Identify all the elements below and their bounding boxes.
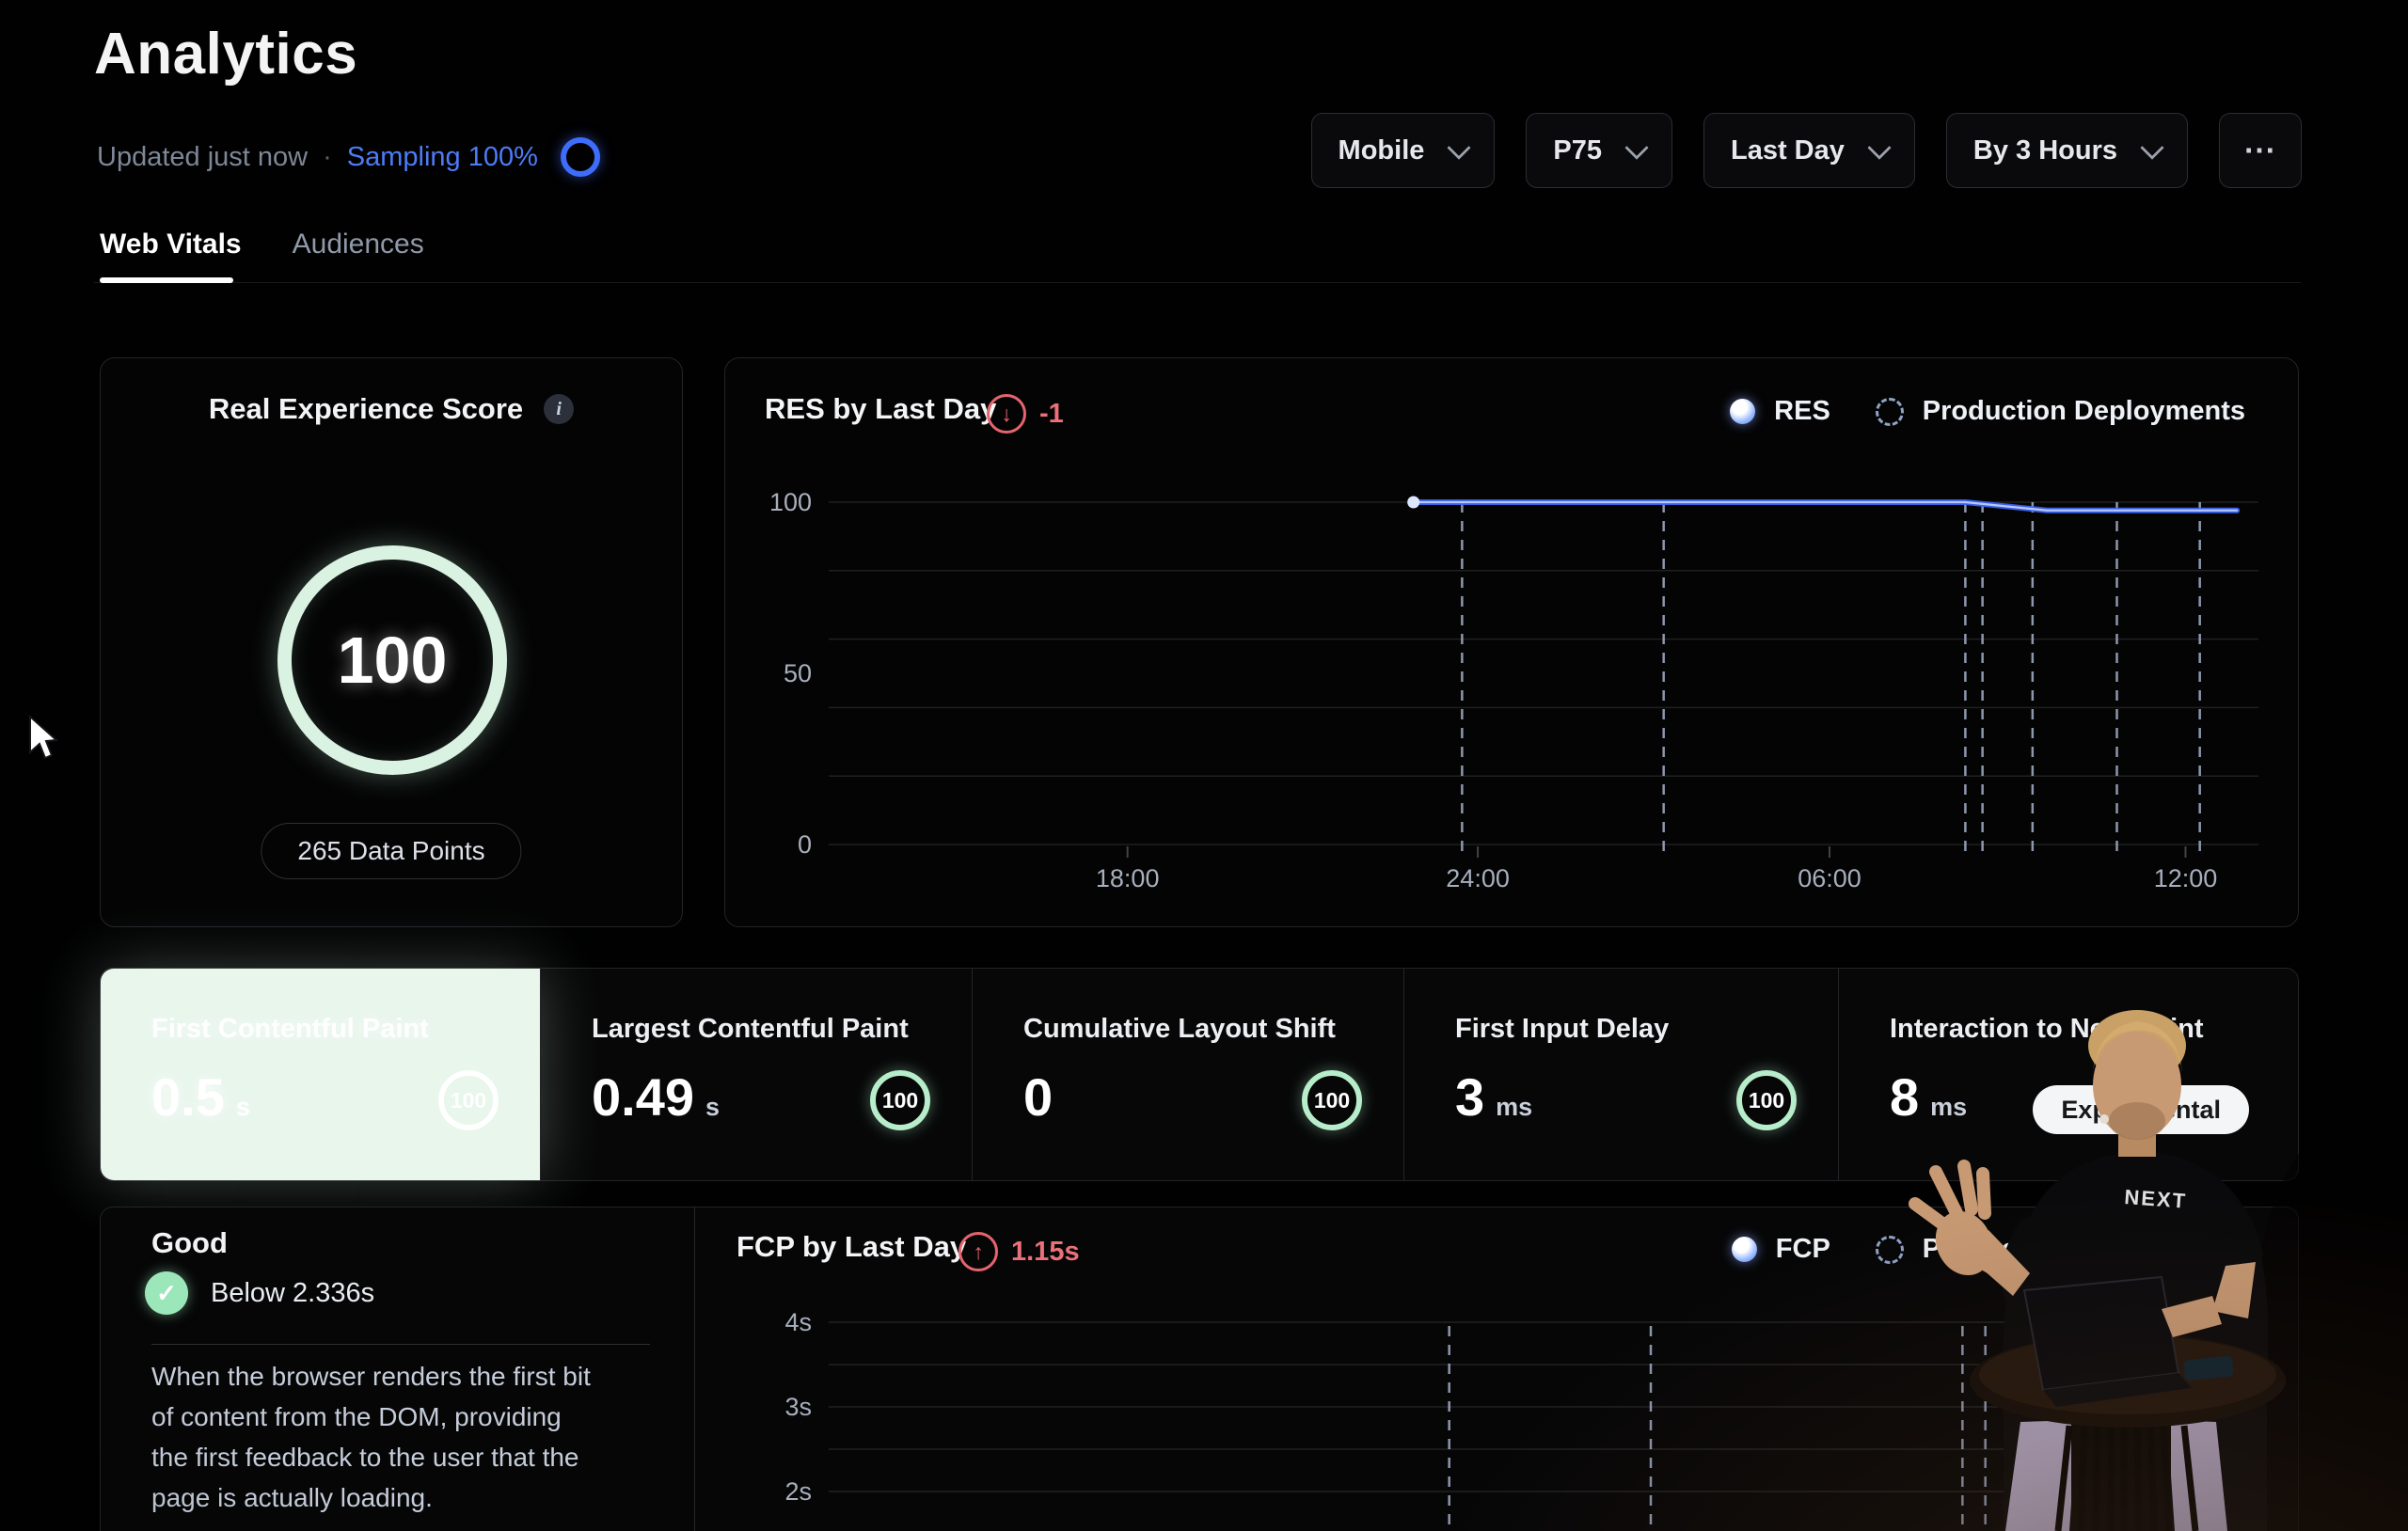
tile-title: First Contentful Paint	[151, 1014, 429, 1044]
svg-text:24:00: 24:00	[1446, 864, 1510, 892]
svg-text:50: 50	[784, 659, 812, 687]
percentile-dropdown-label: P75	[1553, 134, 1602, 166]
tile-cumulative-layout-shift[interactable]: Cumulative Layout Shift 0 100	[972, 969, 1403, 1180]
tile-largest-contentful-paint[interactable]: Largest Contentful Paint 0.49 s 100	[540, 969, 972, 1180]
presenter-shadow	[2248, 1129, 2408, 1531]
sampling-progress-ring-icon	[560, 137, 600, 177]
svg-text:06:00: 06:00	[1798, 864, 1861, 892]
interval-dropdown-label: By 3 Hours	[1972, 134, 2117, 166]
laptop	[2022, 1275, 2180, 1392]
tile-title: Largest Contentful Paint	[592, 1014, 909, 1044]
updated-status: Updated just now	[97, 141, 309, 172]
date-range-dropdown[interactable]: Last Day	[1703, 113, 1915, 188]
device-dropdown-label: Mobile	[1338, 134, 1425, 166]
shirt-logo: NEXT	[2124, 1185, 2188, 1213]
chevron-down-icon	[2140, 135, 2164, 160]
tile-value: 3	[1455, 1067, 1485, 1127]
device-dropdown[interactable]: Mobile	[1310, 113, 1496, 188]
real-experience-score-card: Real Experience Score i 100 265 Data Poi…	[100, 357, 683, 927]
analytics-dashboard: Analytics Updated just now · Sampling 10…	[0, 0, 2408, 1531]
more-options-button[interactable]: ⋯	[2219, 113, 2302, 188]
tile-first-contentful-paint[interactable]: First Contentful Paint 0.5 s 100	[101, 969, 540, 1180]
tab-bar: Web Vitals Audiences	[100, 229, 424, 260]
microphone-icon	[2099, 1114, 2109, 1124]
update-status-row: Updated just now · Sampling 100%	[97, 137, 600, 177]
score-card-title: Real Experience Score	[208, 392, 524, 425]
score-gauge: 100	[277, 545, 507, 775]
mouse-cursor	[29, 715, 59, 760]
tab-audiences[interactable]: Audiences	[293, 229, 424, 260]
tile-unit: s	[235, 1093, 250, 1121]
svg-text:0: 0	[798, 830, 812, 859]
tile-value: 0.49	[592, 1067, 694, 1127]
tile-title: Cumulative Layout Shift	[1023, 1014, 1336, 1044]
separator-dot: ·	[323, 141, 332, 172]
info-icon[interactable]: i	[544, 394, 575, 424]
sampling-rate-label: Sampling 100%	[346, 141, 538, 172]
tab-web-vitals[interactable]: Web Vitals	[100, 229, 242, 260]
presenter-photo: NEXT	[1909, 1010, 2408, 1531]
svg-text:100: 100	[769, 488, 812, 516]
tab-bar-divider	[94, 282, 2301, 283]
tile-value: 0.5	[151, 1067, 225, 1127]
svg-text:2s: 2s	[784, 1477, 812, 1506]
date-range-dropdown-label: Last Day	[1731, 134, 1845, 166]
filter-controls: Mobile P75 Last Day By 3 Hours ⋯	[1310, 113, 2302, 188]
chevron-down-icon	[1624, 135, 1649, 160]
score-value: 100	[337, 623, 448, 697]
score-badge: 100	[438, 1070, 499, 1130]
interval-dropdown[interactable]: By 3 Hours	[1945, 113, 2188, 188]
tile-unit: ms	[1496, 1093, 1533, 1121]
percentile-dropdown[interactable]: P75	[1526, 113, 1672, 188]
svg-text:12:00: 12:00	[2154, 864, 2218, 892]
svg-text:4s: 4s	[784, 1308, 812, 1336]
data-points-badge: 265 Data Points	[261, 823, 522, 879]
chevron-down-icon	[1867, 135, 1892, 160]
score-badge: 100	[1736, 1070, 1797, 1130]
res-chart-canvas: 100 50 0 18:00 24:00 06:00 12:00	[769, 488, 2258, 892]
svg-text:18:00: 18:00	[1096, 864, 1160, 892]
presenter-beard	[2109, 1102, 2165, 1140]
ellipsis-icon: ⋯	[2243, 133, 2277, 168]
score-badge: 100	[870, 1070, 930, 1130]
tile-title: First Input Delay	[1455, 1014, 1670, 1044]
score-badge: 100	[1302, 1070, 1362, 1130]
svg-text:3s: 3s	[784, 1393, 812, 1421]
tile-value: 0	[1023, 1067, 1054, 1127]
tile-first-input-delay[interactable]: First Input Delay 3 ms 100	[1403, 969, 1838, 1180]
page-title: Analytics	[94, 22, 358, 87]
res-chart-card: RES by Last Day ↓ -1 RES Production Depl…	[724, 357, 2299, 927]
tile-unit: s	[705, 1093, 721, 1121]
chevron-down-icon	[1447, 135, 1472, 160]
